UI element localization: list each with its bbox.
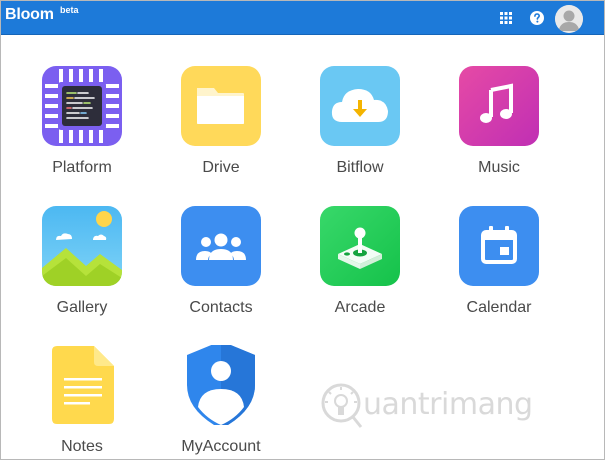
- app-tile-music[interactable]: Music: [439, 66, 559, 190]
- user-avatar-button[interactable]: [555, 5, 583, 33]
- apps-grid-icon: [500, 12, 512, 24]
- app-tile-bitflow[interactable]: Bitflow: [300, 66, 420, 190]
- calendar-icon: [459, 206, 539, 286]
- app-label-notes: Notes: [61, 438, 103, 455]
- app-label-drive: Drive: [202, 159, 240, 176]
- bitflow-cloud-download-icon: [320, 66, 400, 146]
- app-tile-contacts[interactable]: Contacts: [161, 206, 281, 330]
- app-label-gallery: Gallery: [56, 299, 108, 316]
- top-bar: Bloom beta: [1, 1, 604, 35]
- gallery-landscape-icon: [42, 206, 122, 286]
- app-tile-drive[interactable]: Drive: [161, 66, 281, 190]
- app-label-calendar: Calendar: [466, 299, 532, 316]
- app-label-music: Music: [478, 159, 520, 176]
- music-note-icon: [459, 66, 539, 146]
- app-tile-gallery[interactable]: Gallery: [22, 206, 142, 330]
- help-circle-icon: [530, 11, 544, 25]
- notes-document-icon: [42, 345, 122, 425]
- app-tile-notes[interactable]: Notes: [22, 345, 142, 459]
- app-launcher-window: Bloom beta Platform Drive Bitflow Music …: [0, 0, 605, 460]
- watermark-text: uantrimang: [363, 387, 533, 422]
- help-button[interactable]: [526, 7, 548, 29]
- lightbulb-watermark-icon: [321, 383, 363, 428]
- contacts-people-icon: [181, 206, 261, 286]
- app-label-bitflow: Bitflow: [336, 159, 384, 176]
- drive-folder-icon: [181, 66, 261, 146]
- apps-grid-button[interactable]: [495, 7, 517, 29]
- beta-badge: beta: [60, 5, 79, 15]
- app-label-myaccount: MyAccount: [181, 438, 261, 455]
- arcade-joystick-icon: [320, 206, 400, 286]
- app-label-arcade: Arcade: [334, 299, 386, 316]
- app-tile-platform[interactable]: Platform: [22, 66, 142, 190]
- app-label-contacts: Contacts: [189, 299, 253, 316]
- app-tile-arcade[interactable]: Arcade: [300, 206, 420, 330]
- myaccount-shield-icon: [181, 341, 261, 429]
- watermark: uantrimang: [319, 379, 549, 433]
- user-avatar-icon: [555, 5, 583, 33]
- app-tile-calendar[interactable]: Calendar: [439, 206, 559, 330]
- app-tile-myaccount[interactable]: MyAccount: [161, 341, 281, 459]
- brand-logo[interactable]: Bloom: [5, 6, 54, 24]
- platform-chip-icon: [42, 66, 122, 146]
- app-label-platform: Platform: [52, 159, 112, 176]
